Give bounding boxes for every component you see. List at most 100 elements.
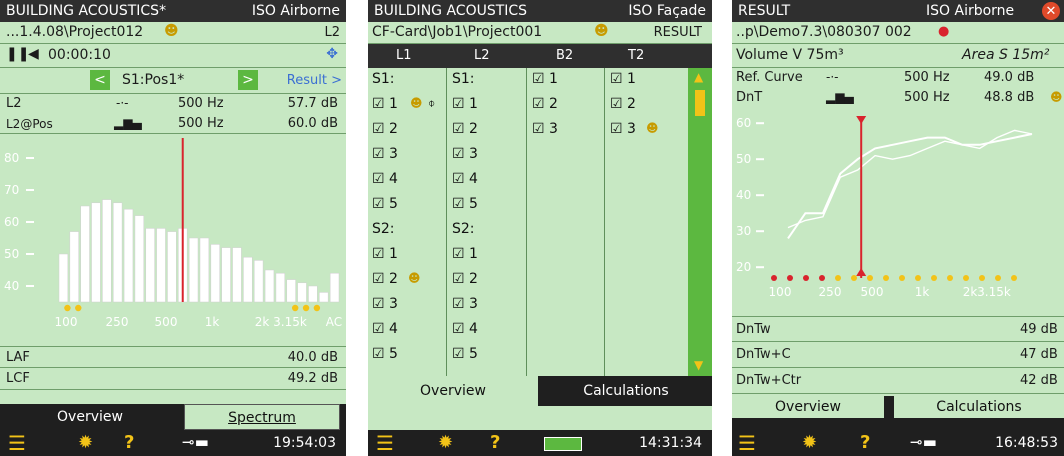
list-item[interactable]: ☑ 2	[372, 271, 398, 287]
lcf-row: LCF 49.2 dB	[0, 368, 346, 390]
measurement-frequency: 500 Hz	[904, 90, 950, 105]
pause-icon[interactable]: ❚❚	[6, 46, 29, 62]
y-tick-mark	[756, 266, 764, 269]
title-bar: RESULT ISO Airborne ✕	[732, 0, 1064, 22]
quality-marker	[787, 275, 793, 281]
spectrum-bar	[188, 237, 199, 303]
list-item[interactable]: ☑ 3	[532, 121, 558, 137]
measurement-value: 48.8 dB	[984, 90, 1035, 105]
spectrum-bar	[243, 256, 253, 303]
spectrum-bar	[253, 260, 264, 303]
laf-label: LAF	[6, 350, 30, 365]
project-path[interactable]: ...1.4.08\Project012	[6, 24, 143, 40]
list-item[interactable]: ☑ 4	[452, 321, 478, 337]
line-style-icon: -·-	[116, 96, 129, 110]
vertical-scrollbar[interactable]: ▲ ▼	[688, 68, 712, 376]
x-tick-label: 1k	[205, 315, 220, 329]
bottom-bar: ☰ ✹ ? 14:31:34	[368, 430, 712, 456]
y-tick-label: 60	[4, 215, 19, 229]
y-tick-mark	[26, 189, 34, 191]
list-item[interactable]: ☑ 4	[452, 171, 478, 187]
list-item: S1:	[372, 71, 395, 87]
spectrum-bar	[167, 231, 177, 303]
smiley-icon: ☻	[410, 96, 423, 110]
help-icon[interactable]: ?	[124, 432, 134, 453]
menu-icon[interactable]: ☰	[738, 431, 756, 455]
list-item[interactable]: ☑ 2	[452, 121, 478, 137]
quality-marker	[819, 275, 825, 281]
list-item[interactable]: ☑ 1	[372, 246, 398, 262]
list-item[interactable]: ☑ 5	[372, 346, 398, 362]
result-link[interactable]: Result >	[287, 73, 342, 88]
list-item[interactable]: ☑ 1	[452, 96, 478, 112]
position-move-icon[interactable]: ✥	[326, 46, 338, 62]
close-icon[interactable]: ✕	[1042, 2, 1060, 20]
list-item[interactable]: ☑ 1	[452, 246, 478, 262]
mode-label[interactable]: ISO Airborne	[252, 3, 340, 19]
column-header: L1 L2 B2 T2	[368, 44, 712, 68]
spectrum-bar	[297, 282, 307, 303]
column-header-t2[interactable]: T2	[628, 48, 644, 63]
tab-overview[interactable]: Overview	[368, 376, 538, 406]
quality-marker	[915, 275, 921, 281]
list-item[interactable]: ☑ 4	[372, 321, 398, 337]
power-plug-icon: ⊸▬	[910, 433, 937, 451]
backlight-icon[interactable]: ✹	[438, 432, 453, 453]
scroll-down-icon[interactable]: ▼	[694, 358, 703, 372]
list-item[interactable]: ☑ 1	[372, 96, 398, 112]
list-item[interactable]: ☑ 4	[372, 171, 398, 187]
scroll-thumb[interactable]	[695, 90, 705, 116]
list-item[interactable]: ☑ 2	[372, 121, 398, 137]
list-item[interactable]: ☑ 1	[532, 71, 558, 87]
list-item[interactable]: ☑ 3	[452, 146, 478, 162]
previous-position-button[interactable]: <	[90, 70, 110, 90]
tab-overview[interactable]: Overview	[10, 404, 170, 430]
tab-calculations[interactable]: Calculations	[544, 376, 708, 406]
next-position-button[interactable]: >	[238, 70, 258, 90]
project-path[interactable]: ..p\Demo7.3\080307 002	[736, 24, 912, 40]
list-item[interactable]: ☑ 2	[610, 96, 636, 112]
spectrum-bar	[232, 247, 242, 303]
clock: 14:31:34	[639, 435, 702, 451]
measurement-label: L2	[6, 96, 22, 111]
list-item[interactable]: ☑ 2	[452, 271, 478, 287]
tab-calculations[interactable]: Calculations	[894, 396, 1064, 418]
mode-label[interactable]: ISO Façade	[628, 3, 706, 19]
column-header-l1[interactable]: L1	[396, 48, 412, 63]
list-item[interactable]: ☑ 1	[610, 71, 636, 87]
lcf-value: 49.2 dB	[287, 371, 338, 386]
mode-label[interactable]: ISO Airborne	[926, 3, 1014, 19]
help-icon[interactable]: ?	[490, 432, 500, 453]
help-icon[interactable]: ?	[860, 432, 870, 453]
measurement-frequency: 500 Hz	[178, 96, 224, 111]
scroll-up-icon[interactable]: ▲	[694, 70, 703, 84]
list-item[interactable]: ☑ 5	[452, 346, 478, 362]
menu-icon[interactable]: ☰	[376, 431, 394, 455]
y-tick-mark	[26, 285, 34, 287]
tab-overview[interactable]: Overview	[732, 396, 884, 418]
list-item[interactable]: ☑ 3	[452, 296, 478, 312]
project-path[interactable]: CF-Card\Job1\Project001	[372, 24, 542, 40]
column-header-b2[interactable]: B2	[556, 48, 573, 63]
list-item[interactable]: ☑ 5	[372, 196, 398, 212]
menu-icon[interactable]: ☰	[8, 431, 26, 455]
column-header-l2[interactable]: L2	[474, 48, 490, 63]
quality-marker	[979, 275, 985, 281]
spectrum-bar	[275, 272, 286, 303]
result-chart[interactable]: 60 50 40 30 20 100 250 500 1k 2k 3.15k	[732, 108, 1064, 312]
backlight-icon[interactable]: ✹	[78, 432, 93, 453]
x-tick-label: 250	[819, 285, 842, 299]
list-item[interactable]: ☑ 3	[372, 296, 398, 312]
list-item[interactable]: ☑ 5	[452, 196, 478, 212]
list-item[interactable]: ☑ 3	[610, 121, 636, 137]
list-item[interactable]: ☑ 2	[532, 96, 558, 112]
list-item[interactable]: ☑ 3	[372, 146, 398, 162]
y-tick-label: 70	[4, 183, 19, 197]
bottom-bar: ☰ ✹ ? ⊸▬ 16:48:53	[732, 430, 1064, 456]
speaker-icon[interactable]: ◀	[28, 46, 39, 62]
backlight-icon[interactable]: ✹	[802, 432, 817, 453]
spectrum-bar	[134, 215, 145, 303]
spectrum-chart[interactable]: 80 70 60 50 40 100 250 500 1k 2k 3.15k AC	[0, 134, 346, 332]
spectrum-bar	[264, 269, 275, 303]
tab-spectrum[interactable]: Spectrum	[184, 404, 340, 430]
